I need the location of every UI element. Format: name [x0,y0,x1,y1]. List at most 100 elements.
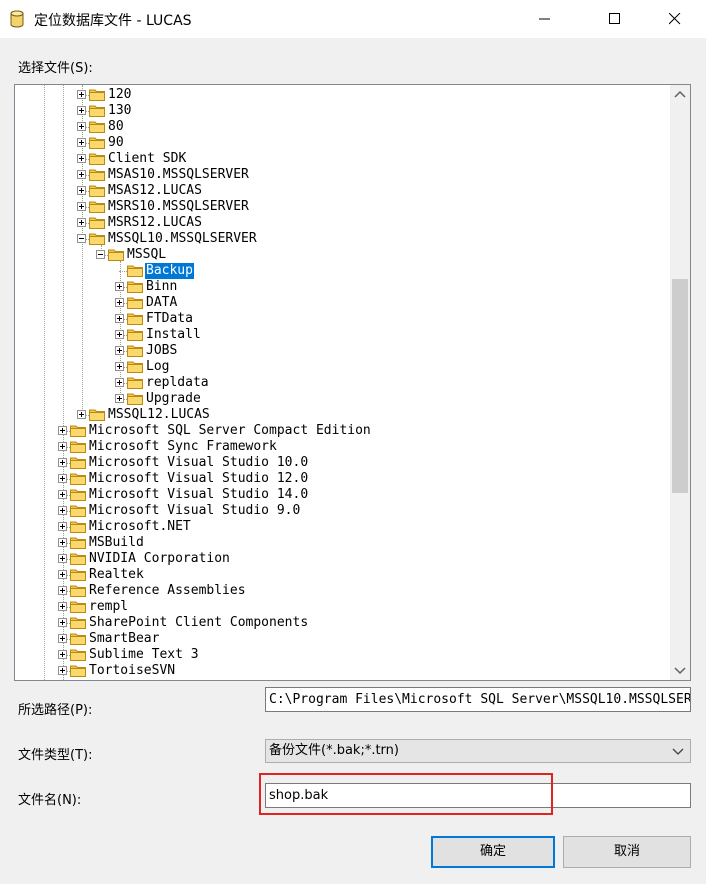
folder-icon [70,568,86,581]
tree-item[interactable]: MSSQL [15,247,665,263]
tree-item[interactable]: SharePoint Client Components [15,615,665,631]
tree-item[interactable]: Log [15,359,665,375]
expand-icon[interactable] [58,522,67,531]
minimize-button[interactable] [522,0,568,38]
folder-tree[interactable]: 120 130 80 90 Client SDK MSAS10.MSSQLSERVER MS… [14,84,691,681]
tree-item[interactable]: Microsoft Visual Studio 10.0 [15,455,665,471]
tree-item[interactable]: MSSQL12.LUCAS [15,407,665,423]
expand-icon[interactable] [58,442,67,451]
close-button[interactable] [652,0,698,38]
expand-icon[interactable] [77,170,86,179]
tree-item[interactable]: SmartBear [15,631,665,647]
expand-icon[interactable] [77,202,86,211]
expand-icon[interactable] [77,186,86,195]
maximize-button[interactable] [592,0,638,38]
expand-icon[interactable] [58,490,67,499]
expand-icon[interactable] [58,506,67,515]
expand-icon[interactable] [58,538,67,547]
tree-item[interactable]: TortoiseSVN [15,663,665,679]
expand-icon[interactable] [58,634,67,643]
tree-item[interactable]: NVIDIA Corporation [15,551,665,567]
tree-item[interactable]: Realtek [15,567,665,583]
tree-item-label: Log [146,359,170,374]
ok-button[interactable]: 确定 [431,836,555,868]
expand-icon[interactable] [115,378,124,387]
scroll-up-button[interactable] [670,85,690,105]
tree-item[interactable]: Microsoft SQL Server Compact Edition [15,423,665,439]
tree-item[interactable]: Microsoft Sync Framework [15,439,665,455]
folder-icon [70,584,86,597]
expand-icon[interactable] [115,298,124,307]
expand-icon[interactable] [77,122,86,131]
file-type-select[interactable]: 备份文件(*.bak;*.trn) [265,739,691,763]
expand-icon[interactable] [115,330,124,339]
tree-item-label: MSRS12.LUCAS [108,215,202,230]
minimize-icon [539,18,550,20]
tree-item[interactable]: Sublime Text 3 [15,647,665,663]
tree-item[interactable]: 90 [15,135,665,151]
expand-icon[interactable] [77,138,86,147]
tree-item[interactable]: JOBS [15,343,665,359]
expand-icon[interactable] [58,458,67,467]
tree-item[interactable]: Microsoft Visual Studio 12.0 [15,471,665,487]
tree-item[interactable]: FTData [15,311,665,327]
tree-item[interactable]: 130 [15,103,665,119]
tree-item[interactable]: MSRS12.LUCAS [15,215,665,231]
tree-item[interactable]: Microsoft Visual Studio 14.0 [15,487,665,503]
tree-item[interactable]: Client SDK [15,151,665,167]
tree-item[interactable]: Reference Assemblies [15,583,665,599]
expand-icon[interactable] [77,218,86,227]
tree-item-label: MSAS12.LUCAS [108,183,202,198]
folder-icon [70,488,86,501]
tree-item[interactable]: Microsoft.NET [15,519,665,535]
tree-item[interactable]: Install [15,327,665,343]
database-icon [10,10,24,28]
expand-icon[interactable] [58,554,67,563]
tree-scrollbar[interactable] [670,85,690,680]
expand-icon[interactable] [115,314,124,323]
tree-item[interactable]: rempl [15,599,665,615]
collapse-icon[interactable] [96,250,105,259]
expand-icon[interactable] [58,570,67,579]
file-name-input[interactable]: shop.bak [265,783,691,808]
collapse-icon[interactable] [77,234,86,243]
folder-icon [89,408,105,421]
expand-icon[interactable] [58,426,67,435]
tree-item-label: MSSQL10.MSSQLSERVER [108,231,257,246]
tree-item[interactable]: Binn [15,279,665,295]
expand-icon[interactable] [77,90,86,99]
tree-item[interactable]: MSAS12.LUCAS [15,183,665,199]
expand-icon[interactable] [58,666,67,675]
expand-icon[interactable] [77,154,86,163]
expand-icon[interactable] [115,394,124,403]
tree-item[interactable]: MSAS10.MSSQLSERVER [15,167,665,183]
tree-item-label: MSSQL [127,247,167,262]
tree-item[interactable]: 120 [15,87,665,103]
tree-item[interactable]: Microsoft Visual Studio 9.0 [15,503,665,519]
tree-item[interactable]: Upgrade [15,391,665,407]
expand-icon[interactable] [77,410,86,419]
expand-icon[interactable] [58,618,67,627]
expand-icon[interactable] [77,106,86,115]
tree-item[interactable]: MSSQL10.MSSQLSERVER [15,231,665,247]
expand-icon[interactable] [58,474,67,483]
expand-icon[interactable] [58,586,67,595]
folder-icon [70,440,86,453]
tree-item[interactable]: Backup [15,263,665,279]
tree-item[interactable]: 80 [15,119,665,135]
expand-icon[interactable] [115,282,124,291]
selected-path-field[interactable]: C:\Program Files\Microsoft SQL Server\MS… [265,687,691,712]
expand-icon[interactable] [58,602,67,611]
tree-item[interactable]: repldata [15,375,665,391]
expand-icon[interactable] [115,362,124,371]
scroll-thumb[interactable] [672,279,688,493]
expand-icon[interactable] [115,346,124,355]
tree-item[interactable]: MSRS10.MSSQLSERVER [15,199,665,215]
tree-item-label: SharePoint Client Components [89,615,309,630]
scroll-down-button[interactable] [670,660,690,680]
tree-item[interactable]: DATA [15,295,665,311]
tree-item-label: 80 [108,119,124,134]
tree-item[interactable]: MSBuild [15,535,665,551]
expand-icon[interactable] [58,650,67,659]
cancel-button[interactable]: 取消 [563,836,691,868]
